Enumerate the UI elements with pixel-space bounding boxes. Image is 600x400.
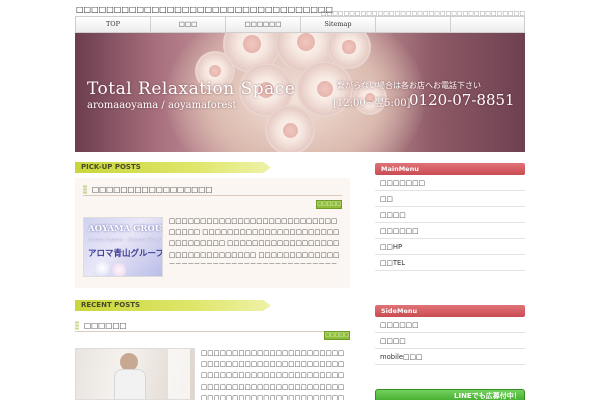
flower-decoration — [265, 105, 315, 152]
pickup-posts-heading: PICK-UP POSTS — [75, 162, 271, 173]
recent-post: □□□□□□ □□□□□ □□□□□□□□□□□□□□□□□□□□□□□□□□□… — [75, 314, 350, 400]
post-title-link[interactable]: □□□□□□ — [84, 321, 127, 330]
line-banner-button[interactable]: LINEでも広募付中！ — [375, 389, 525, 400]
date-badge: □□□□□ — [316, 200, 342, 209]
recent-posts-heading: RECENT POSTS — [75, 300, 271, 311]
sidebar-item[interactable]: □□□□□□ — [375, 223, 525, 239]
sidebar-item[interactable]: □□ — [375, 191, 525, 207]
post-title-row: □□□□□□□□□□□□□□□□□ — [83, 184, 342, 196]
nav-item-top[interactable]: TOP — [76, 17, 151, 32]
sidebar-item[interactable]: □□□□ — [375, 333, 525, 349]
nav-item-sitemap[interactable]: Sitemap — [301, 17, 376, 32]
sidebar-item[interactable]: mobile□□□ — [375, 349, 525, 365]
post-thumbnail[interactable] — [75, 348, 195, 400]
hero-title: Total Relaxation Space — [87, 79, 296, 99]
recent-heading-text: RECENT POSTS — [81, 301, 141, 309]
thumb-caption: アロマ青山グループ — [88, 249, 163, 259]
post-title-link[interactable]: □□□□□□□□□□□□□□□□□ — [92, 185, 212, 194]
thumb-script: Aroma Aoyama · Aoyama Forest — [88, 238, 163, 243]
hero-notice: 繋がらない場合は各お店へお電話下さい — [337, 81, 481, 90]
post-excerpt-text: □□□□□□□□□□□□□□□□□□□□□□□□□□□□□□□□□□□□□□□□… — [201, 349, 345, 400]
sidebar-item[interactable]: □□□□□□□ — [375, 175, 525, 191]
global-nav: TOP □□□ □□□□□□ Sitemap — [75, 16, 525, 33]
flower-decoration — [94, 260, 110, 276]
dots-icon — [83, 185, 87, 194]
sidebar-item[interactable]: □□□□□□ — [375, 317, 525, 333]
post-excerpt: □□□□□□□□□□□□□□□□□□□□□□□□□□□□□□□□ □□□□□□□… — [169, 217, 340, 264]
nav-item-2[interactable]: □□□ — [151, 17, 226, 32]
sidebar-main-menu: MainMenu □□□□□□□ □□ □□□□ □□□□□□ □□HP □□T… — [375, 163, 525, 271]
hero-subtitle: aromaaoyama / aoyamaforest — [87, 100, 237, 111]
side-menu-heading: SideMenu — [375, 305, 525, 317]
sidebar-side-menu: SideMenu □□□□□□ □□□□ mobile□□□ — [375, 305, 525, 365]
post-thumbnail[interactable]: AOYAMA GROUP Aroma Aoyama · Aoyama Fores… — [83, 217, 163, 277]
nav-item-3[interactable]: □□□□□□ — [226, 17, 301, 32]
hero-hours: [12:00~翌5:00] — [333, 98, 411, 109]
hero-phone-number[interactable]: 0120-07-8851 — [409, 91, 515, 109]
flower-decoration — [112, 263, 126, 276]
sidebar-item[interactable]: □□TEL — [375, 255, 525, 271]
sidebar-item[interactable]: □□HP — [375, 239, 525, 255]
pickup-heading-text: PICK-UP POSTS — [81, 163, 141, 171]
person-figure — [114, 369, 146, 399]
date-badge: □□□□□ — [324, 331, 350, 340]
nav-item-6[interactable] — [451, 17, 526, 32]
post-title-row: □□□□□□ — [75, 320, 350, 332]
site-title[interactable]: □□□□□□□□□□□□□□□□□□□□□□□□□□□□□□□□□□ — [76, 5, 333, 14]
hero-banner: Total Relaxation Space aromaaoyama / aoy… — [75, 33, 525, 152]
dots-icon — [75, 321, 79, 330]
main-menu-heading: MainMenu — [375, 163, 525, 175]
nav-item-5[interactable] — [376, 17, 451, 32]
thumb-brand: AOYAMA GROUP — [88, 224, 163, 234]
window-frame — [168, 349, 190, 399]
sidebar-item[interactable]: □□□□ — [375, 207, 525, 223]
pickup-post: □□□□□□□□□□□□□□□□□ □□□□□ AOYAMA GROUP Aro… — [75, 178, 350, 288]
post-excerpt: □□□□□□□□□□□□□□□□□□□□□□□□□□□□□□□□□□□□□□□□… — [201, 348, 350, 400]
